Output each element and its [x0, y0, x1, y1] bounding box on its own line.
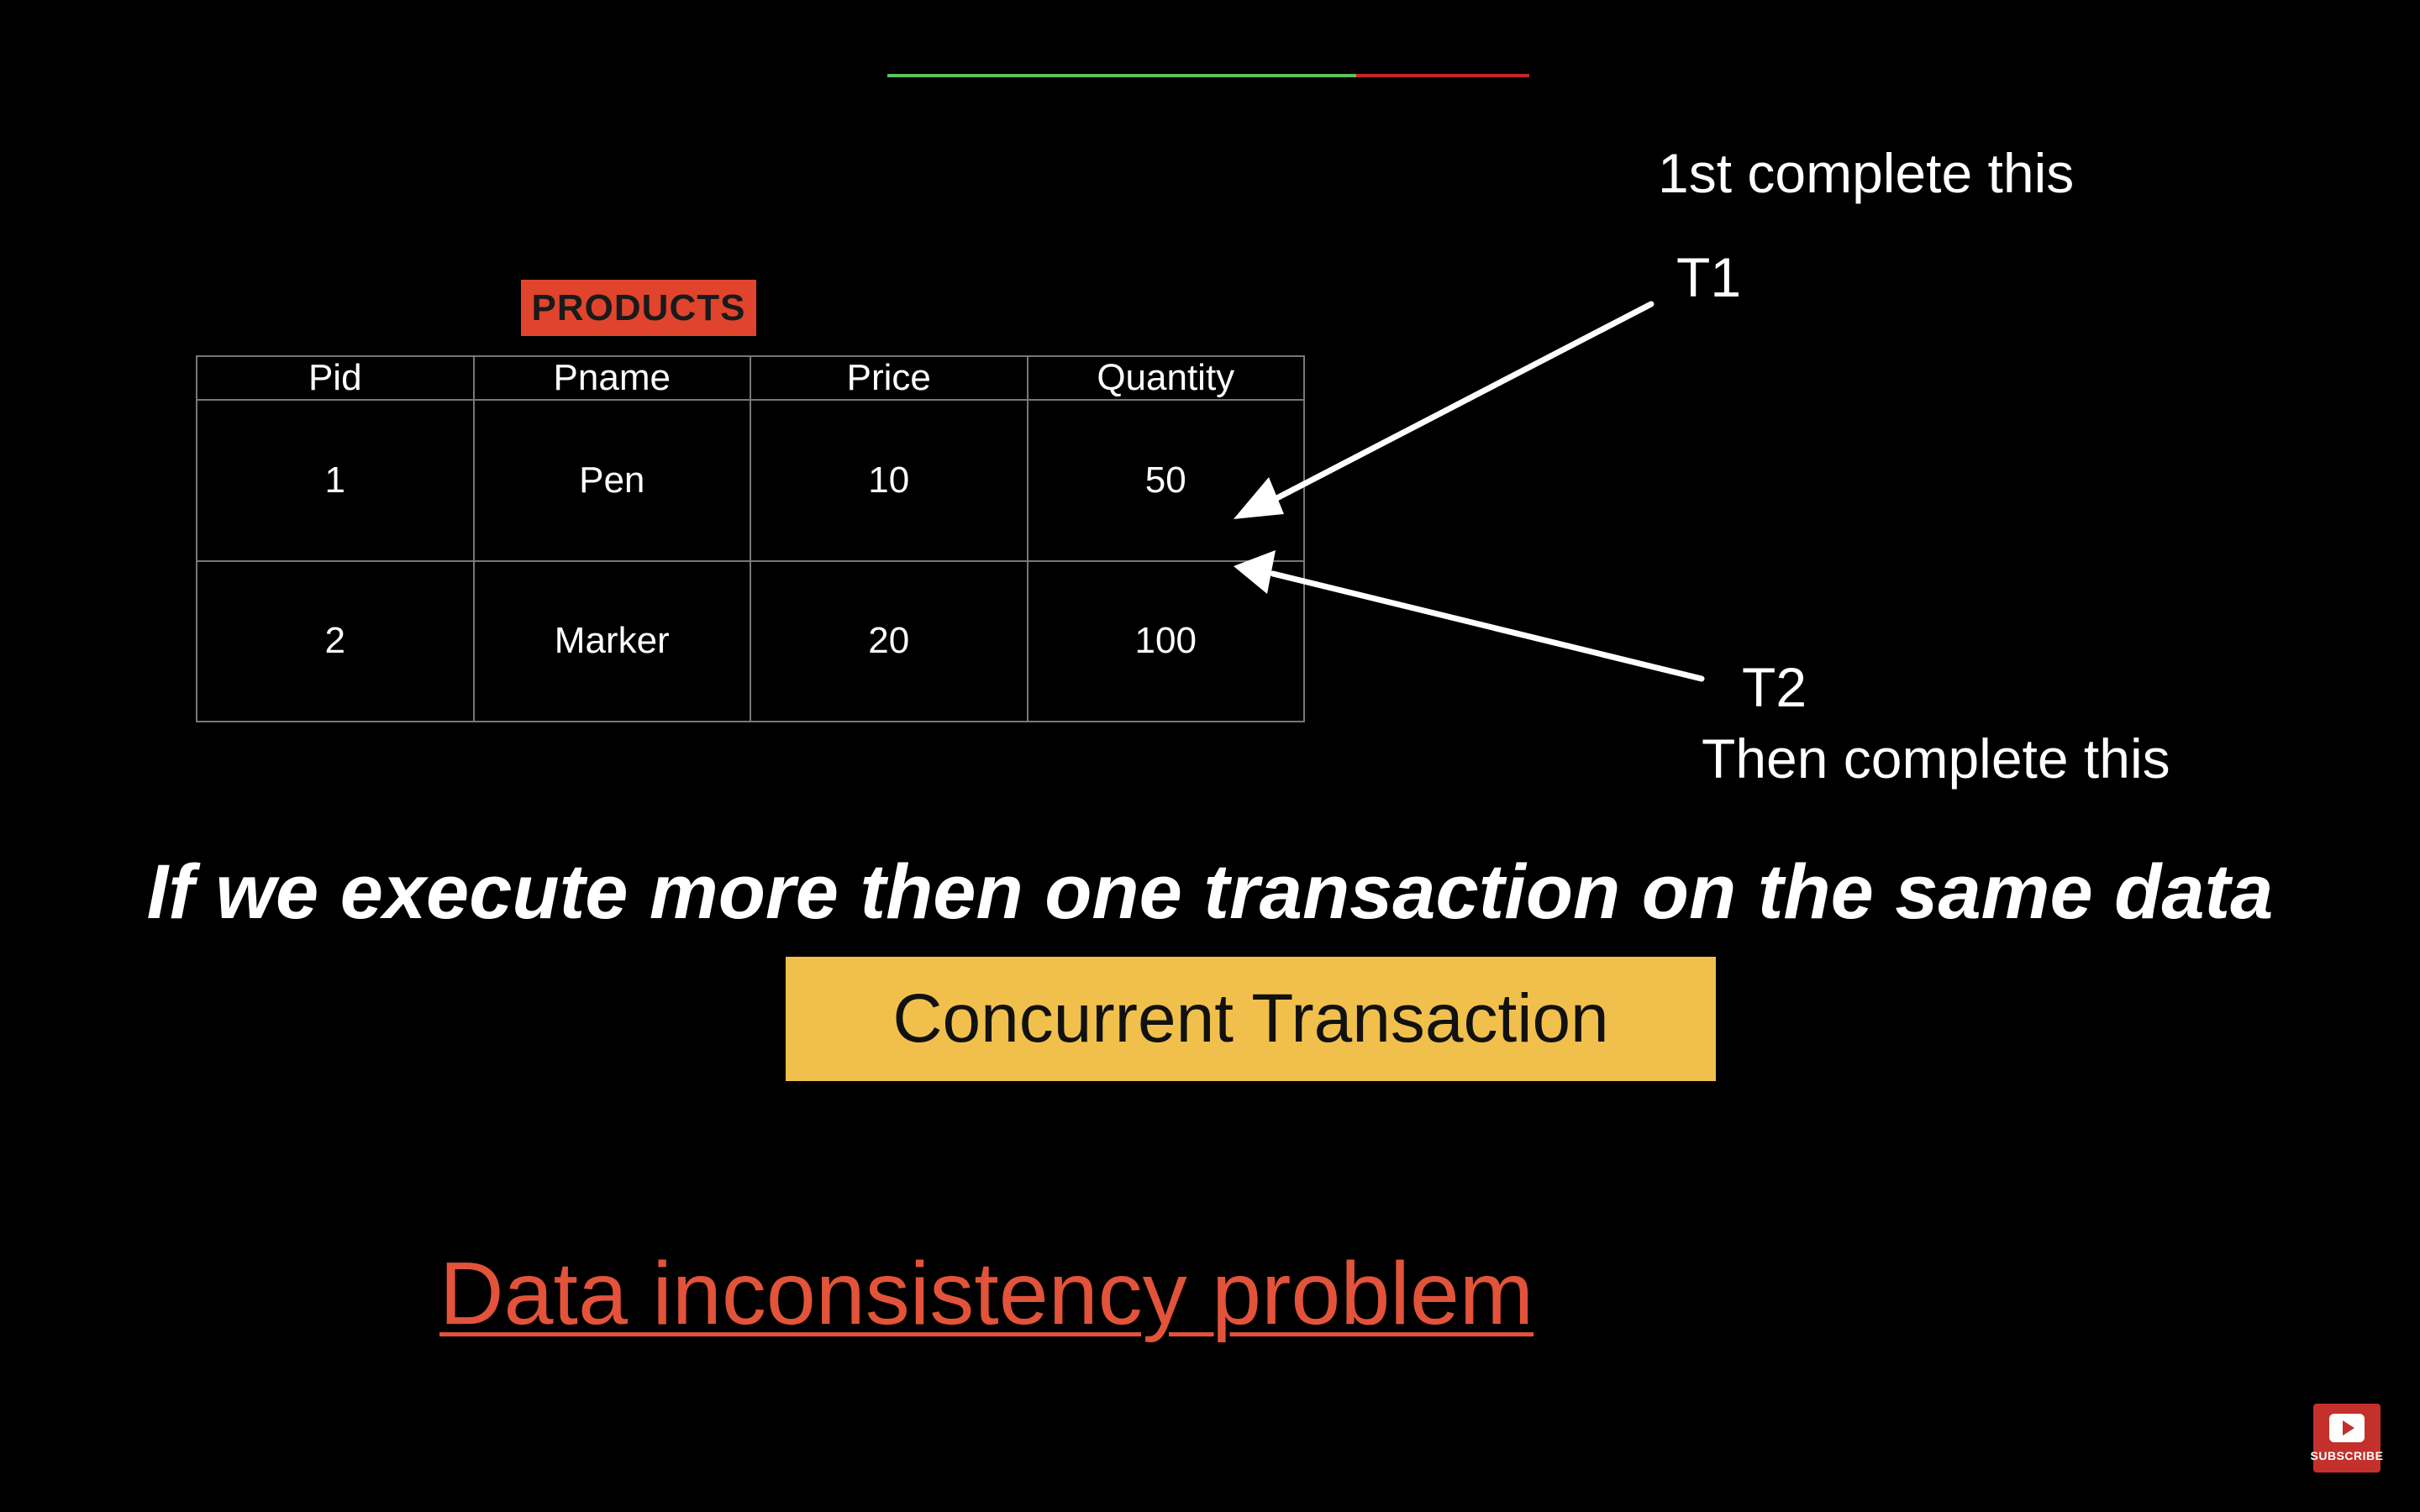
- t2-label: T2: [1742, 656, 1807, 718]
- cell-price: 10: [750, 399, 1028, 562]
- header-price: Price: [750, 355, 1028, 401]
- youtube-play-icon: [2329, 1414, 2365, 1442]
- cell-price: 20: [750, 559, 1028, 722]
- t1-annotation: 1st complete this: [1658, 142, 2075, 204]
- table-row: 1 Pen 10 50: [196, 399, 1305, 562]
- table-header-row: Pid Pname Price Quantity: [196, 355, 1305, 401]
- video-progress-played: [887, 74, 1356, 77]
- t1-label: T1: [1676, 246, 1742, 308]
- header-pid: Pid: [196, 355, 475, 401]
- header-pname: Pname: [472, 355, 751, 401]
- table-title-badge: PRODUCTS: [521, 280, 756, 336]
- concept-highlight: Concurrent Transaction: [786, 957, 1716, 1081]
- cell-pid: 1: [196, 399, 475, 562]
- problem-link[interactable]: Data inconsistency problem: [439, 1243, 1534, 1345]
- video-progress-bar[interactable]: [887, 74, 1529, 77]
- cell-quantity: 50: [1026, 399, 1305, 562]
- subscribe-button[interactable]: SUBSCRIBE: [2310, 1404, 2384, 1473]
- header-quantity: Quantity: [1026, 355, 1305, 401]
- cell-pname: Pen: [472, 399, 751, 562]
- cell-pname: Marker: [472, 559, 751, 722]
- t2-annotation: Then complete this: [1702, 727, 2170, 790]
- products-table: Pid Pname Price Quantity 1 Pen 10 50 2 M…: [196, 355, 1305, 722]
- cell-quantity: 100: [1026, 559, 1305, 722]
- slide-headline: If we execute more then one transaction …: [146, 849, 2274, 935]
- table-row: 2 Marker 20 100: [196, 559, 1305, 722]
- cell-pid: 2: [196, 559, 475, 722]
- subscribe-label: SUBSCRIBE: [2310, 1449, 2384, 1462]
